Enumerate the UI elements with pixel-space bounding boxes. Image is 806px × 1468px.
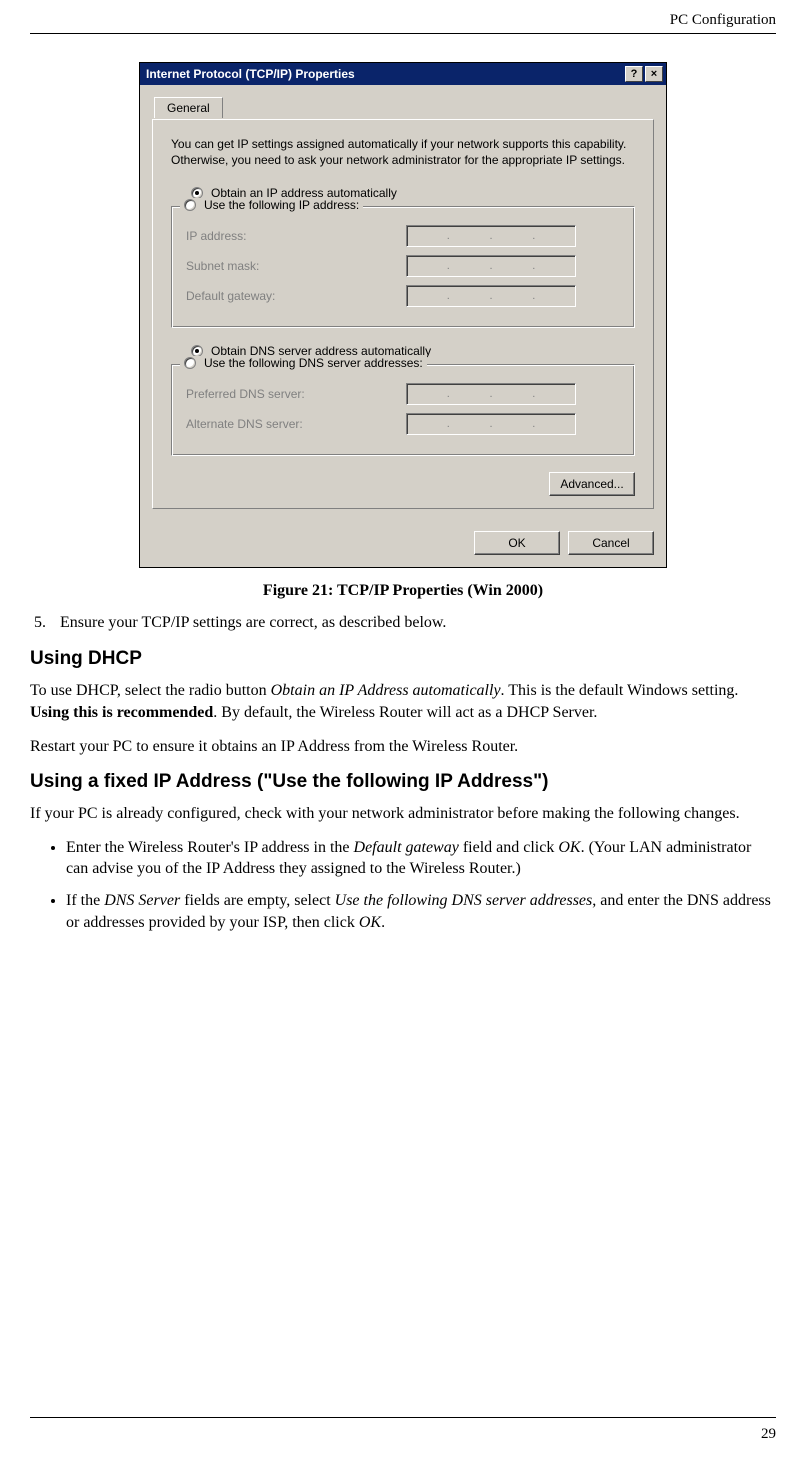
step-number: 5. bbox=[34, 614, 60, 632]
bullet-list: Enter the Wireless Router's IP address i… bbox=[30, 837, 776, 933]
heading-fixed-ip: Using a fixed IP Address ("Use the follo… bbox=[30, 771, 776, 793]
heading-using-dhcp: Using DHCP bbox=[30, 648, 776, 670]
fieldset-dns: Use the following DNS server addresses: … bbox=[171, 364, 635, 456]
radio-use-ip[interactable]: Use the following IP address: bbox=[180, 198, 363, 212]
label-ip-address: IP address: bbox=[186, 229, 406, 243]
radio-icon bbox=[184, 357, 196, 369]
tab-general[interactable]: General bbox=[154, 97, 223, 118]
alternate-dns-field[interactable]: ... bbox=[406, 413, 576, 435]
paragraph-fixed: If your PC is already configured, check … bbox=[30, 803, 776, 825]
help-button[interactable]: ? bbox=[625, 66, 643, 82]
ok-button[interactable]: OK bbox=[474, 531, 560, 555]
intro-text: You can get IP settings assigned automat… bbox=[171, 136, 635, 168]
bullet-2: If the DNS Server fields are empty, sele… bbox=[66, 890, 776, 933]
label-preferred-dns: Preferred DNS server: bbox=[186, 387, 406, 401]
cancel-button[interactable]: Cancel bbox=[568, 531, 654, 555]
close-button[interactable]: × bbox=[645, 66, 663, 82]
default-gateway-field[interactable]: ... bbox=[406, 285, 576, 307]
radio-use-dns[interactable]: Use the following DNS server addresses: bbox=[180, 356, 427, 370]
paragraph-dhcp-2: Restart your PC to ensure it obtains an … bbox=[30, 736, 776, 758]
page-number: 29 bbox=[761, 1426, 776, 1443]
page-header: PC Configuration bbox=[30, 12, 776, 34]
tcpip-properties-dialog: Internet Protocol (TCP/IP) Properties ? … bbox=[139, 62, 667, 568]
advanced-button[interactable]: Advanced... bbox=[549, 472, 635, 496]
label-default-gateway: Default gateway: bbox=[186, 289, 406, 303]
window-title: Internet Protocol (TCP/IP) Properties bbox=[146, 67, 625, 81]
titlebar: Internet Protocol (TCP/IP) Properties ? … bbox=[140, 63, 666, 85]
tab-panel-general: You can get IP settings assigned automat… bbox=[152, 119, 654, 509]
preferred-dns-field[interactable]: ... bbox=[406, 383, 576, 405]
bullet-1: Enter the Wireless Router's IP address i… bbox=[66, 837, 776, 880]
subnet-mask-field[interactable]: ... bbox=[406, 255, 576, 277]
ip-address-field[interactable]: ... bbox=[406, 225, 576, 247]
footer-rule bbox=[30, 1417, 776, 1418]
step-text: Ensure your TCP/IP settings are correct,… bbox=[60, 614, 446, 631]
label-subnet-mask: Subnet mask: bbox=[186, 259, 406, 273]
figure-caption: Figure 21: TCP/IP Properties (Win 2000) bbox=[30, 582, 776, 600]
paragraph-dhcp-1: To use DHCP, select the radio button Obt… bbox=[30, 680, 776, 723]
fieldset-ip: Use the following IP address: IP address… bbox=[171, 206, 635, 328]
radio-label: Use the following DNS server addresses: bbox=[204, 356, 423, 370]
step-5: 5.Ensure your TCP/IP settings are correc… bbox=[30, 614, 776, 632]
radio-label: Use the following IP address: bbox=[204, 198, 359, 212]
label-alternate-dns: Alternate DNS server: bbox=[186, 417, 406, 431]
radio-icon bbox=[184, 199, 196, 211]
